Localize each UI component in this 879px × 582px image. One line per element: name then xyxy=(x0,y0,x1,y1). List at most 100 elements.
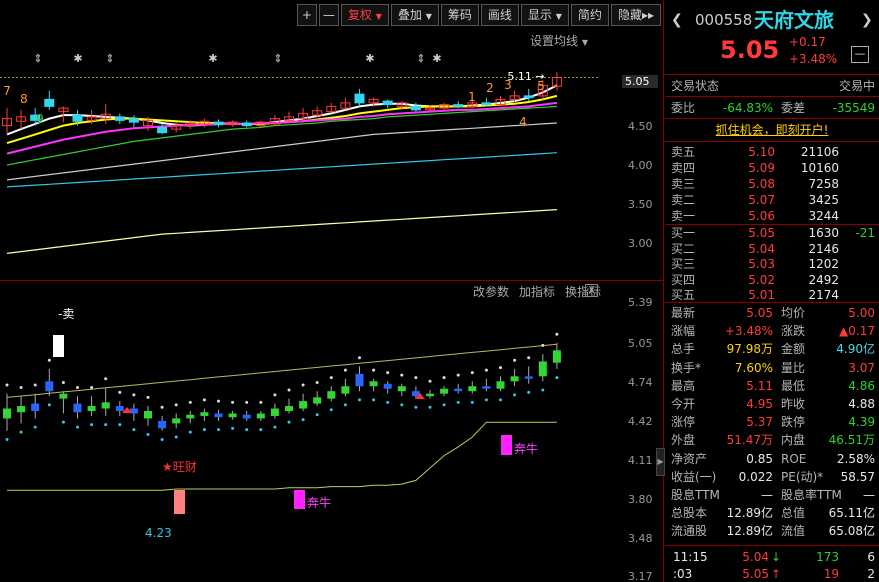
lower-dot xyxy=(47,403,51,407)
stat-label: 外盘 xyxy=(671,433,696,448)
stat-label: 总股本 xyxy=(671,506,708,521)
candle xyxy=(269,115,280,126)
kline-main-chart[interactable]: ⇕ ✱ ⇕ ✱ ⇕ ✱ ⇕ ✱78912 3 545.11 → xyxy=(0,0,663,280)
stat-value: 2.58% xyxy=(836,451,875,466)
bid-row[interactable]: 买三 5.03 1202 xyxy=(665,256,879,272)
bid-row[interactable]: 买二 5.04 2146 xyxy=(665,241,879,257)
candle xyxy=(128,115,139,128)
candle xyxy=(2,108,12,135)
ask-row[interactable]: 卖一 5.06 3244 xyxy=(665,208,879,224)
stat-value: — xyxy=(863,488,875,502)
collapse-panel-button[interactable]: ▶ xyxy=(656,448,665,476)
stat-value: 4.86 xyxy=(848,378,875,393)
stat-label: 均价 xyxy=(781,306,806,320)
candle xyxy=(354,88,365,107)
ask-row[interactable]: 卖三 5.08 7258 xyxy=(665,176,879,192)
open-account-link[interactable]: 抓住机会，即刻开户! xyxy=(665,121,879,139)
indicator-body xyxy=(31,403,40,412)
lower-dot xyxy=(329,408,333,412)
indicator-candle xyxy=(496,366,505,402)
stat-label: 跌停 xyxy=(781,415,806,430)
indicator-candle xyxy=(256,400,265,432)
lower-dot xyxy=(118,423,122,427)
stat-value: 0.022 xyxy=(738,469,773,484)
indicator-candle xyxy=(59,381,68,424)
lower-dot xyxy=(33,425,37,429)
collapse-quote-button[interactable]: — xyxy=(851,46,869,63)
ask-row[interactable]: 卖四 5.09 10160 xyxy=(665,160,879,176)
benniu-signal-block xyxy=(294,490,305,509)
bid-volume: 2146 xyxy=(808,241,839,256)
y-tick-sub: 3.17 xyxy=(628,570,653,582)
stat-label: PE(动)* xyxy=(781,469,824,484)
trade-status-label: 交易状态 xyxy=(671,79,720,93)
upper-dot xyxy=(301,383,305,387)
stat-value: 5.00 xyxy=(848,306,875,320)
stat-label: 昨收 xyxy=(781,397,806,411)
upper-dot xyxy=(245,400,249,404)
lower-dot xyxy=(414,405,418,409)
y-tick-sub: 5.05 xyxy=(628,337,653,350)
stats-row: 净资产 0.85 ROE 2.58% xyxy=(665,450,879,468)
candle-body xyxy=(382,100,393,106)
candle xyxy=(382,99,393,109)
indicator-sub-chart[interactable] xyxy=(0,282,663,582)
pane-splitter[interactable] xyxy=(0,280,663,281)
chart-area[interactable]: + — 复权 ▼ 叠加 ▼ 筹码 画线 显示 ▼ 简约 隐藏▸▸ 设置均线 ▼ … xyxy=(0,0,663,582)
lower-dot xyxy=(132,428,136,432)
signal-marker: ✱ xyxy=(208,52,217,65)
tick-count: 2 xyxy=(867,567,875,581)
indicator-candle xyxy=(31,383,40,429)
indicator-body xyxy=(341,386,350,394)
ask-level-label: 卖二 xyxy=(671,193,696,207)
lower-band-line xyxy=(7,421,557,491)
lower-dot xyxy=(188,430,192,434)
stat-label: 流值 xyxy=(781,524,806,539)
stat-label: 最新 xyxy=(671,306,696,320)
signal-marker: ⇕ xyxy=(416,52,425,65)
indicator-body xyxy=(45,381,54,392)
indicator-body xyxy=(454,388,463,392)
indicator-candle xyxy=(228,400,237,430)
upper-dot xyxy=(414,376,418,380)
candle-body xyxy=(128,118,139,123)
upper-dot xyxy=(329,376,333,380)
candle-body xyxy=(523,95,534,99)
candle xyxy=(481,97,492,107)
bid-row[interactable]: 买四 5.02 2492 xyxy=(665,272,879,288)
indicator-candle xyxy=(242,400,251,432)
lower-dot xyxy=(400,403,404,407)
ask-row[interactable]: 卖二 5.07 3425 xyxy=(665,192,879,208)
indicator-candle xyxy=(214,399,223,432)
price-change: +0.17 xyxy=(789,35,826,49)
bid-row[interactable]: 买一 5.05 1630 -21 xyxy=(665,225,879,241)
tick-volume: 19 xyxy=(823,567,839,581)
stat-label: 金额 xyxy=(781,342,806,357)
lower-dot xyxy=(301,418,305,422)
panel-divider xyxy=(663,0,664,582)
bid-row[interactable]: 买五 5.01 2174 xyxy=(665,287,879,303)
benniu-signal-label: 奔牛 xyxy=(307,496,332,510)
lower-dot xyxy=(315,413,319,417)
lower-dot xyxy=(19,430,23,434)
indicator-candle xyxy=(468,371,477,404)
chevron-right-icon[interactable]: ❯ xyxy=(861,8,873,32)
chevron-left-icon[interactable]: ❮ xyxy=(671,8,683,32)
stat-label: 流通股 xyxy=(671,524,708,539)
upper-dot xyxy=(33,383,37,387)
indicator-body xyxy=(3,408,11,419)
lower-dot xyxy=(456,400,460,404)
upper-dot xyxy=(90,385,94,389)
stats-row: 外盘 51.47万 内盘 46.51万 xyxy=(665,431,879,449)
stat-value: 3.07 xyxy=(848,360,875,375)
benniu-signal-label: 奔牛 xyxy=(514,442,539,456)
indicator-body xyxy=(17,406,26,413)
bid-level-label: 买三 xyxy=(671,257,696,271)
lower-dot xyxy=(104,423,108,427)
stat-label: 股息率TTM xyxy=(781,488,842,502)
ask-volume: 21106 xyxy=(800,145,839,159)
indicator-candle xyxy=(454,373,463,404)
ask-row[interactable]: 卖五 5.10 21106 xyxy=(665,144,879,160)
stats-row: 收益(一) 0.022 PE(动)* 58.57 xyxy=(665,468,879,486)
stat-label: 今开 xyxy=(671,397,696,411)
